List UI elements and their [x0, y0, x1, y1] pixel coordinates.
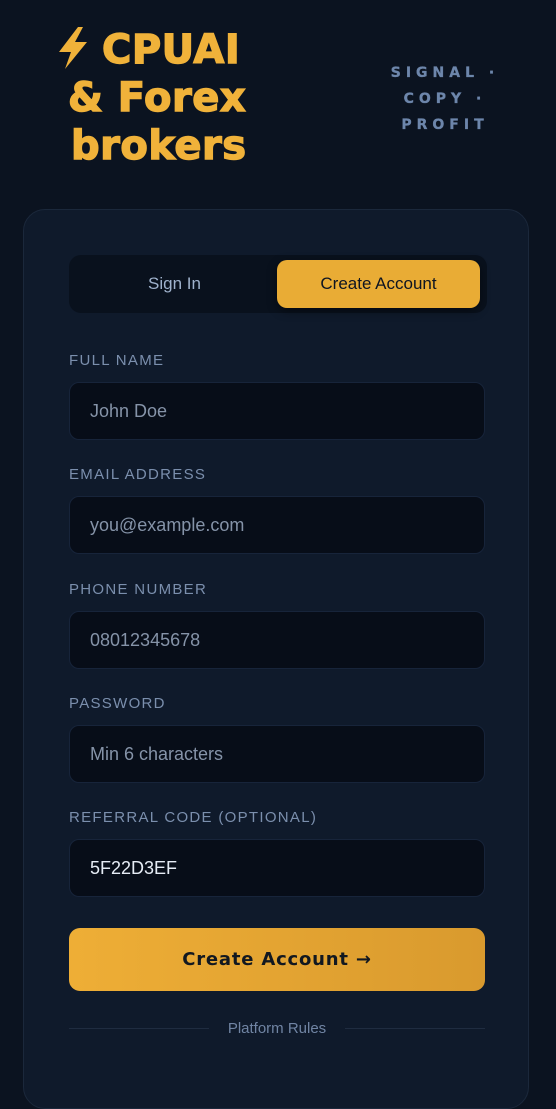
referral-code-label: REFERRAL CODE (OPTIONAL) — [69, 809, 318, 826]
password-label: PASSWORD — [69, 695, 166, 712]
auth-card: Sign In Create Account FULL NAME EMAIL A… — [23, 209, 529, 1109]
auth-tabs: Sign In Create Account — [69, 255, 487, 313]
phone-input[interactable] — [69, 611, 485, 669]
email-label: EMAIL ADDRESS — [69, 466, 207, 483]
full-name-input[interactable] — [69, 382, 485, 440]
brand-name: CPUAI — [101, 26, 241, 73]
brand-line-3: brokers — [70, 122, 247, 169]
lightning-bolt-icon — [59, 27, 87, 69]
email-input[interactable] — [69, 496, 485, 554]
brand-line-1: CPUAI — [56, 26, 326, 74]
platform-rules-divider: Platform Rules — [69, 1018, 485, 1040]
divider-line-right — [345, 1028, 485, 1029]
platform-rules-link[interactable]: Platform Rules — [69, 1018, 485, 1040]
phone-label: PHONE NUMBER — [69, 581, 208, 598]
password-input[interactable] — [69, 725, 485, 783]
tagline: SIGNAL · COPY · PROFIT — [372, 60, 518, 138]
brand-line-2: & Forex — [67, 74, 247, 121]
tab-sign-in[interactable]: Sign In — [73, 260, 276, 308]
header: CPUAI & Forex brokers SIGNAL · COPY · PR… — [0, 0, 556, 200]
tagline-line-3: PROFIT — [401, 117, 489, 133]
tab-create-account[interactable]: Create Account — [277, 260, 480, 308]
tagline-line-2: COPY · — [403, 91, 487, 107]
brand-logo: CPUAI & Forex brokers — [56, 26, 326, 170]
referral-code-input[interactable] — [69, 839, 485, 897]
tagline-line-1: SIGNAL · — [390, 65, 500, 81]
create-account-button[interactable]: Create Account → — [69, 928, 485, 991]
full-name-label: FULL NAME — [69, 352, 165, 369]
